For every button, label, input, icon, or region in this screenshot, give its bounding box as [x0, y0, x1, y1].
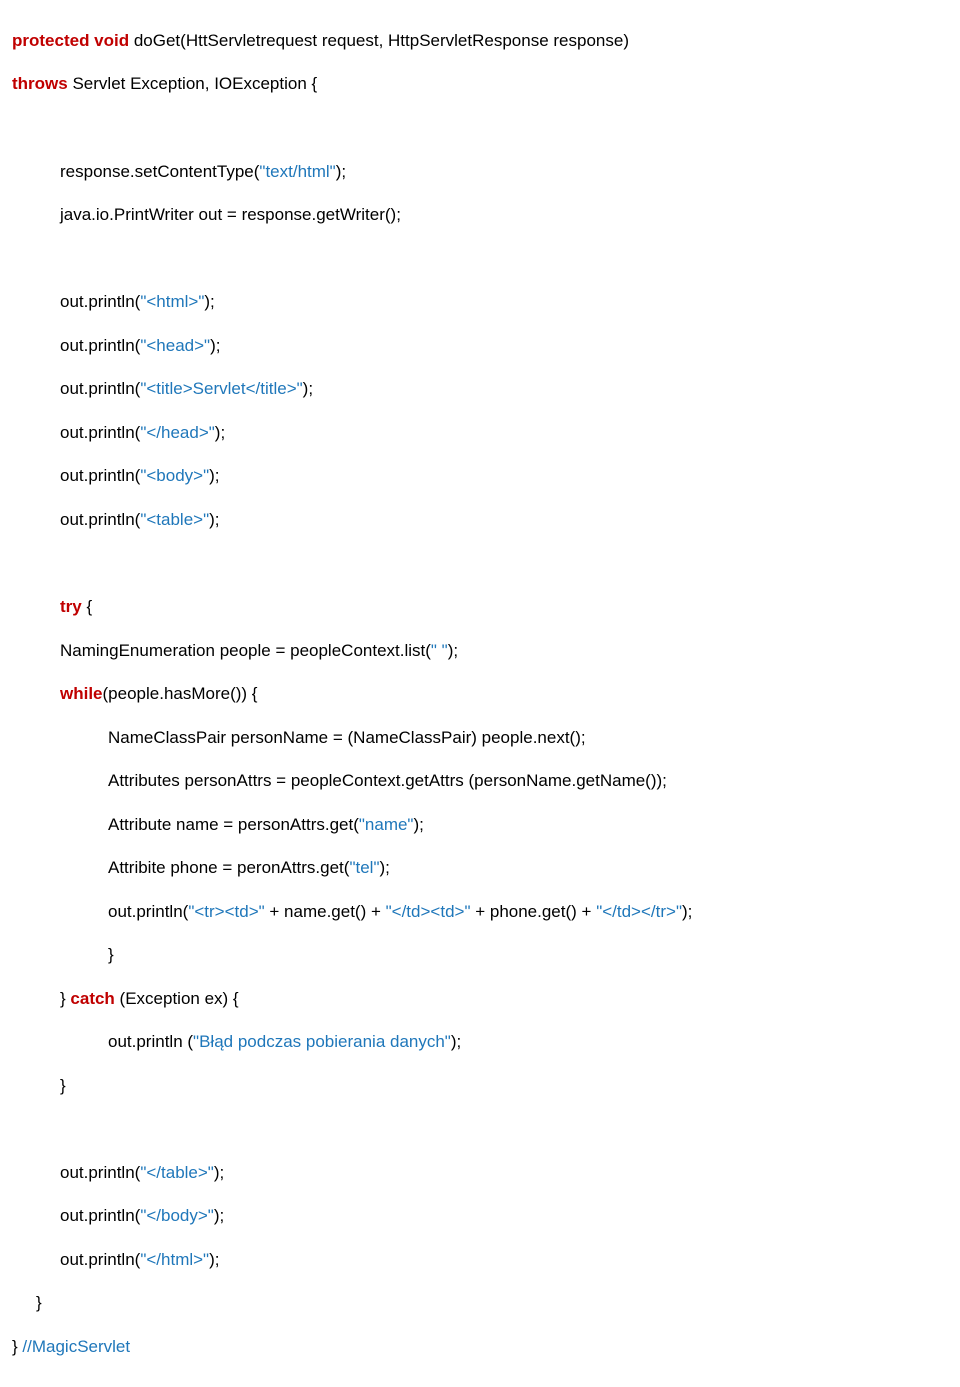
line: } — [36, 1292, 948, 1314]
line: out.println("<head>"); — [60, 335, 948, 357]
line: Attribute name = personAttrs.get("name")… — [108, 814, 948, 836]
line: out.println("<title>Servlet</title>"); — [60, 378, 948, 400]
line: java.io.PrintWriter out = response.getWr… — [60, 204, 948, 226]
line: } catch (Exception ex) { — [60, 988, 948, 1010]
line: } — [60, 1075, 948, 1097]
line: Attribite phone = peronAttrs.get("tel"); — [108, 857, 948, 879]
line: } //MagicServlet — [12, 1336, 948, 1358]
line: out.println("</body>"); — [60, 1205, 948, 1227]
line: while(people.hasMore()) { — [60, 683, 948, 705]
keyword-throws: throws — [12, 74, 68, 93]
line: out.println("</html>"); — [60, 1249, 948, 1271]
line: NameClassPair personName = (NameClassPai… — [108, 727, 948, 749]
line: try { — [60, 596, 948, 618]
line: out.println("</table>"); — [60, 1162, 948, 1184]
keyword-catch: catch — [70, 989, 114, 1008]
line: NamingEnumeration people = peopleContext… — [60, 640, 948, 662]
line: Attributes personAttrs = peopleContext.g… — [108, 770, 948, 792]
line: out.println("<tr><td>" + name.get() + "<… — [108, 901, 948, 923]
line: out.println("<table>"); — [60, 509, 948, 531]
line: response.setContentType("text/html"); — [60, 161, 948, 183]
line: } — [108, 944, 948, 966]
keyword-try: try — [60, 597, 82, 616]
line: out.println("</head>"); — [60, 422, 948, 444]
line: out.println("<html>"); — [60, 291, 948, 313]
line: out.println("<body>"); — [60, 465, 948, 487]
keyword-protected: protected void — [12, 31, 129, 50]
method-signature-2: throws Servlet Exception, IOException { — [12, 73, 948, 95]
method-signature-1: protected void doGet(HttServletrequest r… — [12, 30, 948, 52]
comment: //MagicServlet — [22, 1337, 130, 1356]
line: out.println ("Błąd podczas pobierania da… — [108, 1031, 948, 1053]
code-block: protected void doGet(HttServletrequest r… — [12, 8, 948, 1379]
keyword-while: while — [60, 684, 103, 703]
